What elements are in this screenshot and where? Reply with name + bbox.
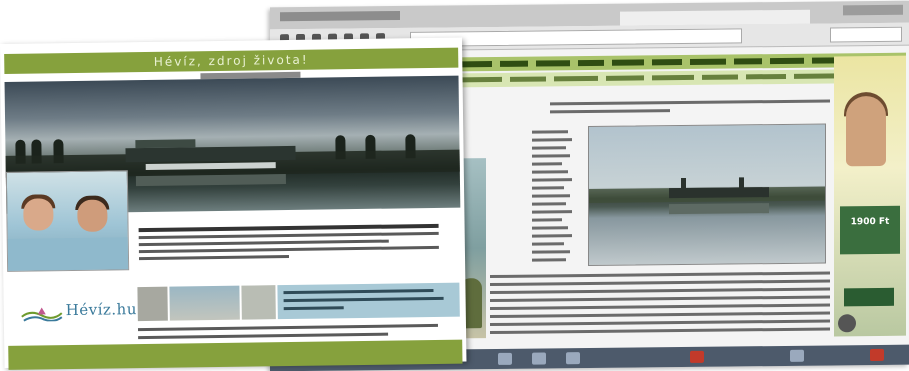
promo-text-line [283,306,344,311]
nav-item[interactable] [652,59,682,66]
article-title-line [550,99,830,106]
taskbar-app-icon[interactable] [532,352,546,365]
search-input[interactable] [830,26,902,43]
intro-heading-line [138,223,439,233]
article-text-line [532,258,566,262]
photo-person [23,198,54,231]
intro-text-line [138,245,439,254]
subnav-item[interactable] [462,76,502,83]
article-text-line [532,138,572,142]
subnav-item[interactable] [606,75,644,81]
logo-name: Hévíz.hu [65,300,138,320]
subnav-item[interactable] [702,74,738,80]
lotus-wave-icon [21,307,63,322]
ad-circle-icon[interactable] [838,314,856,333]
article-text-line [490,327,830,335]
window-title [280,10,400,22]
strip-photo[interactable] [137,286,168,322]
taskbar-app-icon[interactable] [498,352,512,365]
article-title-line [550,109,670,114]
article-text-line [532,178,572,182]
nav-item[interactable] [578,59,604,67]
strip-photo[interactable] [241,285,276,320]
image-strip [137,282,460,322]
article-text-line [532,194,570,198]
article-text-line [490,271,830,279]
taskbar-app-icon[interactable] [790,349,804,362]
right-ad-column[interactable]: 1900 Ft [834,55,906,337]
article-text-line [532,226,568,230]
photo-tower [739,177,744,196]
heviz-logo[interactable]: Hévíz.hu [20,294,137,330]
photo-person [77,199,108,232]
subnav-item[interactable] [746,73,786,80]
nav-item[interactable] [500,60,528,67]
promo-text-line [283,288,434,295]
article-text-line [532,218,562,222]
promo-box[interactable] [277,282,460,320]
page-header: Hévíz, zdroj života! [4,47,459,74]
photo-water [7,237,129,271]
nav-item[interactable] [462,61,492,68]
article-text-line [532,186,564,190]
promo-text-line [283,296,444,303]
subnav-item[interactable] [652,74,694,81]
ad-badge[interactable] [844,287,894,307]
article-text-line [490,311,830,319]
lake-photo [588,123,826,267]
photo-reflection [669,203,769,215]
article-text-line [490,319,830,327]
article-text-line [532,210,572,214]
article-text-line [532,242,564,246]
photo-tower [681,177,686,197]
taskbar-app-icon[interactable] [690,350,704,363]
article-text-line [532,162,562,166]
ad-price-box: 1900 Ft [840,205,900,255]
contact-line [137,323,438,332]
contact-info [137,323,458,340]
taskbar-app-icon[interactable] [566,352,580,365]
hero-reflection [135,174,286,187]
nav-item[interactable] [734,58,762,65]
article-text-line [532,154,570,158]
nav-item[interactable] [536,60,570,67]
bathers-photo [5,170,130,272]
article-text-line [532,234,572,238]
nav-item[interactable] [770,57,804,65]
ad-price-text: 1900 Ft [850,216,890,228]
article-text-line [532,170,568,174]
article-text-line [532,130,568,134]
article-text-line [532,146,566,150]
article-text-line [490,295,830,303]
article-text-line [490,287,830,295]
contact-line [138,332,389,340]
intro-text-line [138,231,439,240]
article-text-line [490,303,830,311]
article-text-line [490,279,830,287]
nav-item[interactable] [612,59,644,66]
article-text-line [532,202,566,206]
article-text-line [532,250,570,254]
strip-photo[interactable] [169,285,240,321]
taskbar-app-icon[interactable] [870,348,884,362]
subnav-item[interactable] [554,75,598,82]
nav-item[interactable] [690,58,726,65]
subnav-item[interactable] [510,76,546,82]
intro-text-block [138,220,460,264]
hero-bathhouse [125,145,296,163]
intro-text-line [138,254,290,261]
intro-text-line [138,239,389,247]
window-controls[interactable] [843,4,903,16]
ad-figure [846,95,886,167]
heviz-page: Hévíz, zdroj života! Hévíz.hu [0,37,467,370]
